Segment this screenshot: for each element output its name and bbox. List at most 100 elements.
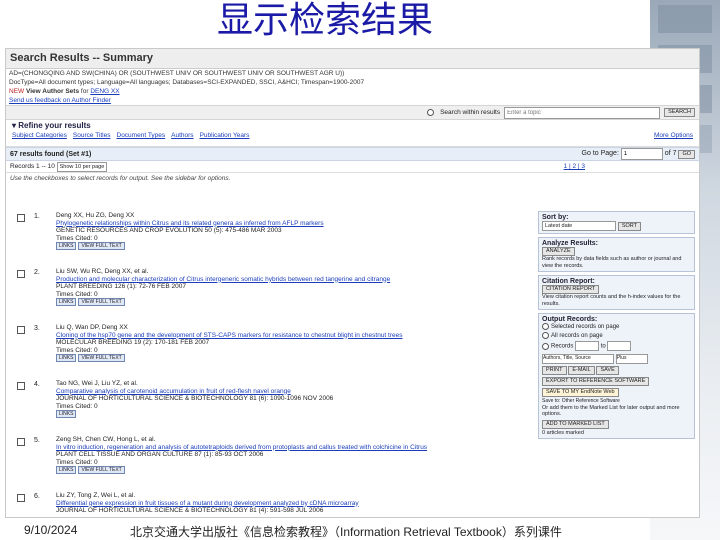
- record-title[interactable]: Production and molecular characterizatio…: [56, 276, 533, 284]
- record-checkbox[interactable]: [17, 494, 25, 502]
- citation-report-button[interactable]: CITATION REPORT: [542, 285, 600, 294]
- view-full-text-button[interactable]: VIEW FULL TEXT: [78, 466, 125, 474]
- records-bar: Records 1 -- 10 Show 10 per page 1 | 2 |…: [6, 161, 699, 173]
- citation-title: Citation Report:: [542, 278, 595, 285]
- add-to-marked-list-button[interactable]: ADD TO MARKED LIST: [542, 419, 609, 429]
- view-author-sets-link[interactable]: View Author Sets: [26, 88, 79, 95]
- citation-box: Citation Report: CITATION REPORT View ci…: [538, 275, 695, 310]
- save-button[interactable]: SAVE: [596, 365, 619, 375]
- results-header: Search Results -- Summary: [6, 49, 699, 69]
- record-title[interactable]: Cloning of the hsp70 gene and the develo…: [56, 332, 533, 340]
- links-button[interactable]: LINKS: [56, 410, 77, 418]
- search-within-label: Search within results: [440, 109, 501, 116]
- table-row: 6. Liu ZY, Tong Z, Wei L, et al. Differe…: [6, 492, 533, 517]
- radio-selected-records[interactable]: [542, 323, 549, 330]
- radio-records-range[interactable]: [542, 342, 549, 350]
- author-name-link[interactable]: DENG XX: [90, 88, 119, 95]
- sort-button[interactable]: SORT: [617, 222, 641, 231]
- record-checkbox[interactable]: [17, 326, 25, 334]
- refine-panel: ▾ Refine your results Subject Categories…: [6, 120, 699, 147]
- record-source: MOLECULAR BREEDING 19 (2): 170-181 FEB 2…: [56, 339, 210, 346]
- record-checkbox[interactable]: [17, 438, 25, 446]
- record-number: 4.: [34, 381, 40, 388]
- results-list: 1. Deng XX, Hu ZG, Deng XX Phylogenetic …: [6, 212, 533, 517]
- view-full-text-button[interactable]: VIEW FULL TEXT: [78, 354, 125, 362]
- record-cited: Times Cited: 0: [56, 458, 98, 466]
- record-authors: Tao NG, Wei J, Liu YZ, et al.: [56, 380, 138, 387]
- record-number: 6.: [34, 493, 40, 500]
- record-number: 2.: [34, 269, 40, 276]
- more-options-link[interactable]: More Options: [654, 132, 693, 139]
- record-source: PLANT CELL TISSUE AND ORGAN CULTURE 87 (…: [56, 451, 264, 458]
- per-page-select[interactable]: Show 10 per page: [56, 161, 108, 172]
- tab-document-types[interactable]: Document Types: [117, 132, 166, 139]
- sort-select[interactable]: Latest date: [542, 221, 616, 231]
- page-input[interactable]: [620, 148, 663, 160]
- export-reference-button[interactable]: EXPORT TO REFERENCE SOFTWARE: [542, 376, 650, 386]
- search-within-bar: Search within results SEARCH: [6, 105, 699, 120]
- tab-authors[interactable]: Authors: [171, 132, 193, 139]
- email-button[interactable]: E-MAIL: [568, 365, 595, 375]
- search-results-screenshot: Search Results -- Summary AD=(CHONGQING …: [5, 48, 700, 518]
- go-button[interactable]: GO: [678, 150, 695, 159]
- slide-footer: 北京交通大学出版社《信息检索教程》（Information Retrieval …: [130, 525, 562, 539]
- refine-title: ▾ Refine your results: [12, 120, 699, 132]
- analyze-desc: Rank records by data fields such as auth…: [542, 256, 682, 269]
- decorative-tile: [658, 5, 712, 33]
- page-of: of 7: [664, 150, 677, 157]
- radio-all-records[interactable]: [542, 332, 549, 340]
- sidebar: Sort by: Latest date SORT Analyze Result…: [538, 211, 695, 442]
- record-authors: Deng XX, Hu ZG, Deng XX: [56, 212, 135, 219]
- links-button[interactable]: LINKS: [56, 298, 77, 306]
- links-button[interactable]: LINKS: [56, 466, 77, 474]
- analyze-button[interactable]: ANALYZE: [542, 247, 575, 256]
- record-checkbox[interactable]: [17, 270, 25, 278]
- table-row: 1. Deng XX, Hu ZG, Deng XX Phylogenetic …: [6, 212, 533, 268]
- record-authors: Liu Q, Wan DP, Deng XX: [56, 324, 128, 331]
- record-checkbox[interactable]: [17, 382, 25, 390]
- records-from-input[interactable]: [575, 341, 600, 352]
- record-number: 5.: [34, 437, 40, 444]
- record-authors: Liu ZY, Tong Z, Wei L, et al.: [56, 492, 136, 499]
- feedback-link[interactable]: Send us feedback on Author Finder: [9, 97, 111, 104]
- table-row: 5. Zeng SH, Chen CW, Hong L, et al. In v…: [6, 436, 533, 492]
- author-sets-for: for: [80, 88, 89, 95]
- results-count: 67 results found (Set #1): [10, 150, 92, 158]
- sort-title: Sort by:: [542, 214, 569, 221]
- view-full-text-button[interactable]: VIEW FULL TEXT: [78, 298, 125, 306]
- opt-selected-label: Selected records on page: [551, 324, 620, 331]
- records-range-value: 1 -- 10: [36, 162, 55, 170]
- refine-title-text: Refine your results: [18, 121, 91, 130]
- record-title[interactable]: In vitro induction, regeneration and ana…: [56, 444, 533, 452]
- record-title[interactable]: Phylogenetic relationships within Citrus…: [56, 220, 533, 228]
- table-row: 2. Liu SW, Wu RC, Deng XX, et al. Produc…: [6, 268, 533, 324]
- save-to-select[interactable]: Save to: Other Reference Software: [542, 398, 691, 404]
- record-title[interactable]: Comparative analysis of carotenoid accum…: [56, 388, 533, 396]
- links-button[interactable]: LINKS: [56, 242, 77, 250]
- print-button[interactable]: PRINT: [542, 365, 567, 375]
- marked-count: 0 articles marked: [542, 429, 584, 436]
- refine-tabs: Subject Categories Source Titles Documen…: [12, 132, 699, 139]
- results-found-bar: 67 results found (Set #1) Go to Page: of…: [6, 147, 699, 161]
- radio-search-within[interactable]: [427, 109, 435, 116]
- fields-select[interactable]: Authors, Title, Source: [542, 353, 614, 364]
- output-title: Output Records:: [542, 316, 598, 323]
- view-full-text-button[interactable]: VIEW FULL TEXT: [78, 242, 125, 250]
- search-button[interactable]: SEARCH: [664, 108, 695, 117]
- opt-to-label: to: [600, 343, 606, 350]
- sort-box: Sort by: Latest date SORT: [538, 211, 695, 234]
- tab-publication-years[interactable]: Publication Years: [200, 132, 250, 139]
- tab-source-titles[interactable]: Source Titles: [73, 132, 111, 139]
- records-to-input[interactable]: [607, 341, 632, 352]
- record-title[interactable]: Differential gene expression in fruit ti…: [56, 500, 533, 508]
- output-box: Output Records: Selected records on page…: [538, 313, 695, 439]
- endnote-web-button[interactable]: SAVE TO MY EndNote Web: [542, 387, 619, 397]
- page-links[interactable]: 1 | 2 | 3: [564, 163, 585, 170]
- fields-extra-select[interactable]: Plus: [615, 353, 648, 364]
- search-within-input[interactable]: [504, 106, 661, 119]
- tab-subject-categories[interactable]: Subject Categories: [12, 132, 67, 139]
- feedback-line: Send us feedback on Author Finder: [6, 96, 699, 105]
- marked-desc: Or add them to the Marked List for later…: [542, 404, 680, 418]
- record-checkbox[interactable]: [17, 214, 25, 222]
- links-button[interactable]: LINKS: [56, 354, 77, 362]
